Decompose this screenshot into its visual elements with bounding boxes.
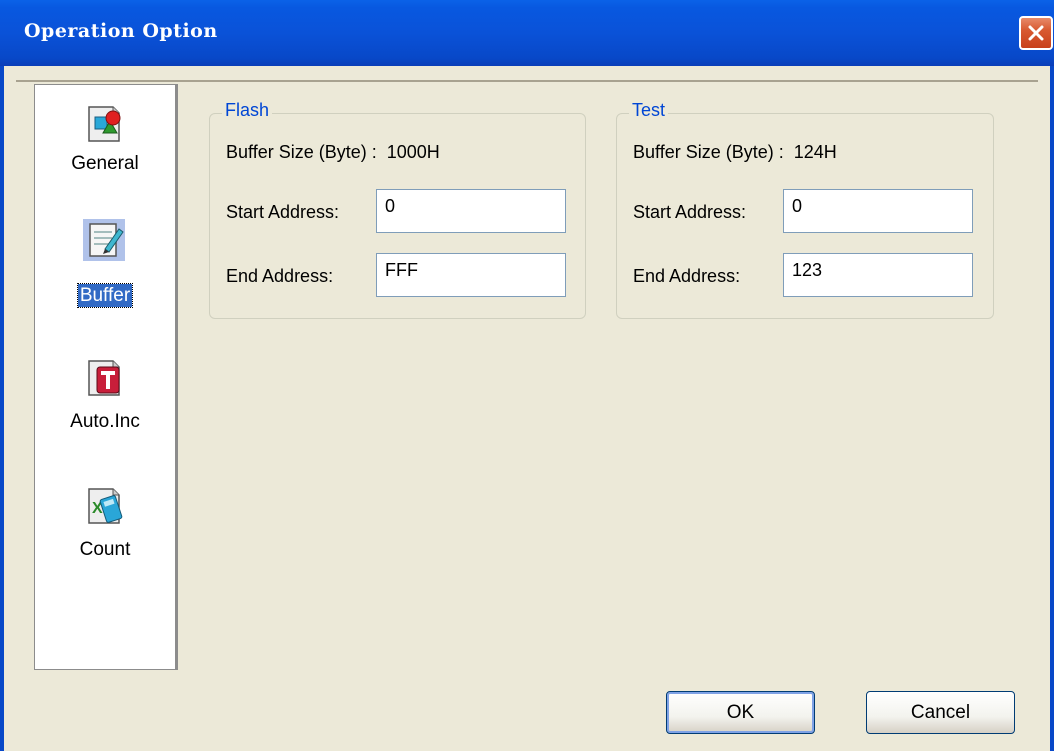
sidebar-item-label: Count (79, 539, 131, 560)
flash-group: Flash Buffer Size (Byte) : 1000H Start A… (209, 100, 586, 319)
operation-option-dialog: Operation Option General Buffer Auto.Inc… (0, 0, 1054, 751)
spreadsheet-calculator-icon: X (88, 488, 123, 524)
cancel-button[interactable]: Cancel (866, 691, 1015, 734)
shapes-icon (88, 106, 121, 142)
sidebar-item-label: Auto.Inc (70, 411, 140, 432)
test-group-title: Test (629, 100, 669, 121)
divider (16, 80, 1038, 82)
buffer-size-value: 1000H (386, 142, 440, 162)
window-title: Operation Option (24, 20, 218, 42)
title-bar[interactable]: Operation Option (0, 0, 1054, 66)
close-icon (1028, 25, 1044, 41)
sidebar-item-label: Buffer (76, 283, 134, 308)
sidebar-item-label: General (71, 153, 139, 174)
window-frame-right (1050, 66, 1054, 751)
flash-group-title: Flash (222, 100, 273, 121)
sidebar-item-general[interactable]: General (35, 99, 175, 189)
close-button[interactable] (1019, 16, 1053, 50)
buffer-size-value: 124H (793, 142, 837, 162)
category-sidebar: General Buffer Auto.Inc X Count (34, 84, 178, 670)
buffer-size-label: Buffer Size (Byte) : 1000H (226, 142, 440, 162)
test-start-address-input[interactable]: 0 (783, 189, 973, 233)
flash-start-address-input[interactable]: 0 (376, 189, 566, 233)
window-frame-left (0, 66, 4, 751)
buffer-size-label: Buffer Size (Byte) : 124H (633, 142, 837, 162)
start-address-label: Start Address: (226, 202, 340, 222)
start-address-label: Start Address: (633, 202, 747, 222)
ok-button[interactable]: OK (666, 691, 815, 734)
letter-t-icon (88, 360, 120, 396)
test-group: Test Buffer Size (Byte) : 124H Start Add… (616, 100, 994, 319)
test-end-address-input[interactable]: 123 (783, 253, 973, 297)
notepad-pencil-icon (83, 219, 125, 261)
sidebar-item-count[interactable]: X Count (35, 481, 175, 571)
flash-end-address-input[interactable]: FFF (376, 253, 566, 297)
end-address-label: End Address: (226, 266, 334, 286)
end-address-label: End Address: (633, 266, 741, 286)
sidebar-item-auto-inc[interactable]: Auto.Inc (35, 353, 175, 443)
sidebar-item-buffer[interactable]: Buffer (35, 215, 175, 315)
